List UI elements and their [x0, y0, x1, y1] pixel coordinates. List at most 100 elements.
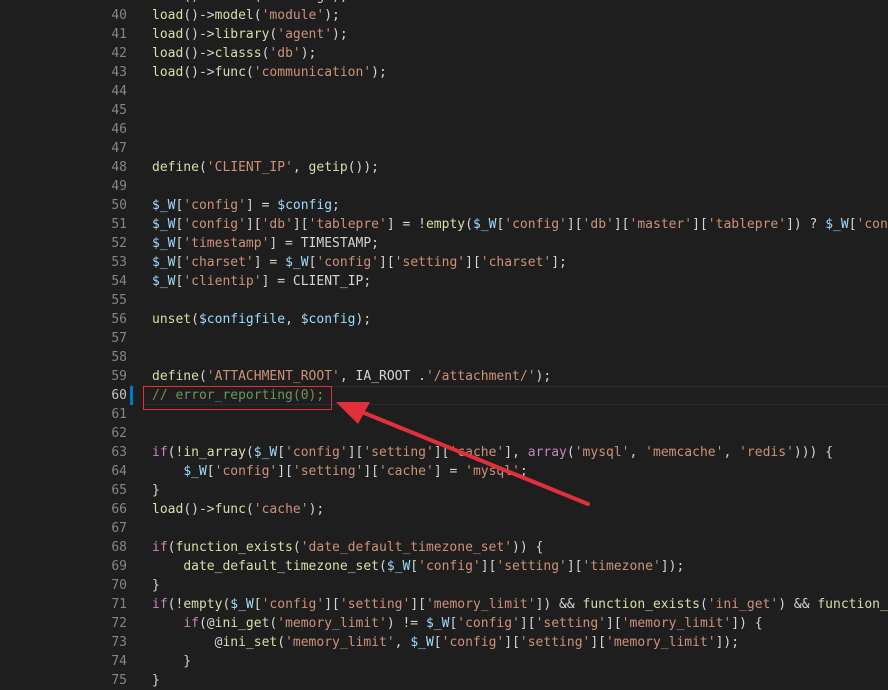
- code-token: 'module': [261, 8, 325, 23]
- code-line[interactable]: 74 }: [0, 652, 888, 671]
- line-number: 75: [111, 673, 127, 688]
- code-line[interactable]: 75}: [0, 671, 888, 690]
- line-code[interactable]: unset($configfile, $config);: [152, 310, 371, 329]
- code-token: 'memory_limit': [621, 616, 732, 631]
- line-code[interactable]: if(@ini_get('memory_limit') != $_W['conf…: [152, 614, 762, 633]
- code-line[interactable]: 47: [0, 139, 888, 158]
- code-token: 'config': [183, 217, 246, 232]
- line-number: 57: [111, 331, 127, 346]
- line-code[interactable]: }: [152, 576, 160, 595]
- line-number: 52: [111, 236, 127, 251]
- line-code[interactable]: if(!empty($_W['config']['setting']['memo…: [152, 595, 888, 614]
- code-line[interactable]: 59 define('ATTACHMENT_ROOT', IA_ROOT .'/a…: [0, 367, 888, 386]
- code-token: load: [152, 502, 184, 517]
- code-token: load: [152, 8, 184, 23]
- code-token: ][: [566, 217, 583, 232]
- code-token: if: [152, 597, 168, 612]
- code-token: (: [245, 502, 254, 517]
- code-token: [: [277, 445, 286, 460]
- line-code[interactable]: define('ATTACHMENT_ROOT', IA_ROOT .'/att…: [152, 367, 551, 386]
- code-token: )) {: [512, 540, 544, 555]
- code-line[interactable]: 43 load()->func('communication');: [0, 63, 888, 82]
- line-code[interactable]: if(!in_array($_W['config']['setting']['c…: [152, 443, 833, 462]
- code-line[interactable]: 58: [0, 348, 888, 367]
- code-token: 'config': [441, 635, 505, 650]
- line-number: 51: [111, 217, 127, 232]
- line-code[interactable]: $_W['config']['setting']['cache'] = 'mys…: [152, 462, 528, 481]
- line-code[interactable]: if(function_exists('date_default_timezon…: [152, 538, 543, 557]
- line-code[interactable]: }: [152, 671, 160, 690]
- code-line[interactable]: 52 $_W['timestamp'] = TIMESTAMP;: [0, 234, 888, 253]
- code-line[interactable]: 70}: [0, 576, 888, 595]
- code-line[interactable]: 73 @ini_set('memory_limit', $_W['config'…: [0, 633, 888, 652]
- code-line[interactable]: 45: [0, 101, 888, 120]
- line-code[interactable]: load()->library('agent');: [152, 25, 348, 44]
- code-token: ][: [347, 445, 364, 460]
- code-line[interactable]: 62: [0, 424, 888, 443]
- code-line[interactable]: 69 date_default_timezone_set($_W['config…: [0, 557, 888, 576]
- code-token: ;: [371, 236, 379, 251]
- code-token: }: [152, 654, 192, 669]
- code-token: (: [378, 559, 387, 574]
- code-line[interactable]: 49: [0, 177, 888, 196]
- code-token: ;: [519, 464, 528, 479]
- code-token: .: [410, 369, 426, 384]
- code-token: (: [245, 65, 254, 80]
- code-token: [: [848, 217, 857, 232]
- line-code[interactable]: define('CLIENT_IP', getip());: [152, 158, 379, 177]
- code-line[interactable]: 54 $_W['clientip'] = CLIENT_IP;: [0, 272, 888, 291]
- code-line[interactable]: 48 define('CLIENT_IP', getip());: [0, 158, 888, 177]
- code-line[interactable]: 71 if(!empty($_W['config']['setting']['me…: [0, 595, 888, 614]
- code-token: ];: [551, 255, 567, 270]
- line-code[interactable]: $_W['config'] = $config;: [152, 196, 340, 215]
- code-token: ))) {: [793, 445, 834, 460]
- line-code[interactable]: date_default_timezone_set($_W['config'][…: [152, 557, 684, 576]
- line-code[interactable]: load()->func('cache');: [152, 500, 324, 519]
- code-line[interactable]: 51 $_W['config']['db']['tablepre'] = !emp…: [0, 215, 888, 234]
- code-line[interactable]: 61: [0, 405, 888, 424]
- code-line[interactable]: 42 load()->classs('db');: [0, 44, 888, 63]
- code-token: 'config': [214, 464, 278, 479]
- code-line[interactable]: 60// error_reporting(0);: [0, 386, 888, 405]
- code-line[interactable]: 68 if(function_exists('date_default_timez…: [0, 538, 888, 557]
- line-code[interactable]: @ini_set('memory_limit', $_W['config']['…: [152, 633, 739, 652]
- code-line[interactable]: 63 if(!in_array($_W['config']['setting'][…: [0, 443, 888, 462]
- line-code[interactable]: load()->model('module');: [152, 6, 340, 25]
- line-number: 53: [111, 255, 127, 270]
- code-token: ,: [292, 160, 309, 175]
- line-code[interactable]: load()->func('communication');: [152, 63, 387, 82]
- line-code[interactable]: load()->classs('db');: [152, 44, 316, 63]
- code-token: ini_set: [222, 635, 278, 650]
- code-token: (: [566, 445, 575, 460]
- code-token: unset: [152, 312, 192, 327]
- code-line[interactable]: 66 load()->func('cache');: [0, 500, 888, 519]
- code-editor[interactable]: 39load()->model('setting');40load()->mod…: [0, 0, 888, 690]
- code-line[interactable]: 41 load()->library('agent');: [0, 25, 888, 44]
- line-number: 59: [111, 369, 127, 384]
- code-line[interactable]: 40 load()->model('module');: [0, 6, 888, 25]
- code-line[interactable]: 55: [0, 291, 888, 310]
- code-line[interactable]: 44: [0, 82, 888, 101]
- line-code[interactable]: $_W['clientip'] = CLIENT_IP;: [152, 272, 371, 291]
- code-token: ()->: [183, 502, 215, 517]
- code-line[interactable]: 67: [0, 519, 888, 538]
- code-line[interactable]: 50 $_W['config'] = $config;: [0, 196, 888, 215]
- line-code[interactable]: $_W['config']['db']['tablepre'] = !empty…: [152, 215, 888, 234]
- code-line[interactable]: 57: [0, 329, 888, 348]
- line-code[interactable]: $_W['timestamp'] = TIMESTAMP;: [152, 234, 379, 253]
- code-line[interactable]: 64 $_W['config']['setting']['cache'] = '…: [0, 462, 888, 481]
- code-line[interactable]: 53 $_W['charset'] = $_W['config']['settin…: [0, 253, 888, 272]
- code-token: load: [152, 65, 184, 80]
- line-number: 66: [111, 502, 127, 517]
- code-line[interactable]: 56 unset($configfile, $config);: [0, 310, 888, 329]
- line-code[interactable]: $_W['charset'] = $_W['config']['setting'…: [152, 253, 567, 272]
- code-token: 'confi: [856, 217, 888, 232]
- line-number: 42: [111, 46, 127, 61]
- line-code[interactable]: }: [152, 652, 191, 671]
- code-line[interactable]: 72 if(@ini_get('memory_limit') != $_W['c…: [0, 614, 888, 633]
- code-line[interactable]: 46: [0, 120, 888, 139]
- line-code[interactable]: }: [152, 481, 160, 500]
- code-token: 'cache': [379, 464, 434, 479]
- code-token: 'memory_limit': [277, 616, 387, 631]
- code-line[interactable]: 65}: [0, 481, 888, 500]
